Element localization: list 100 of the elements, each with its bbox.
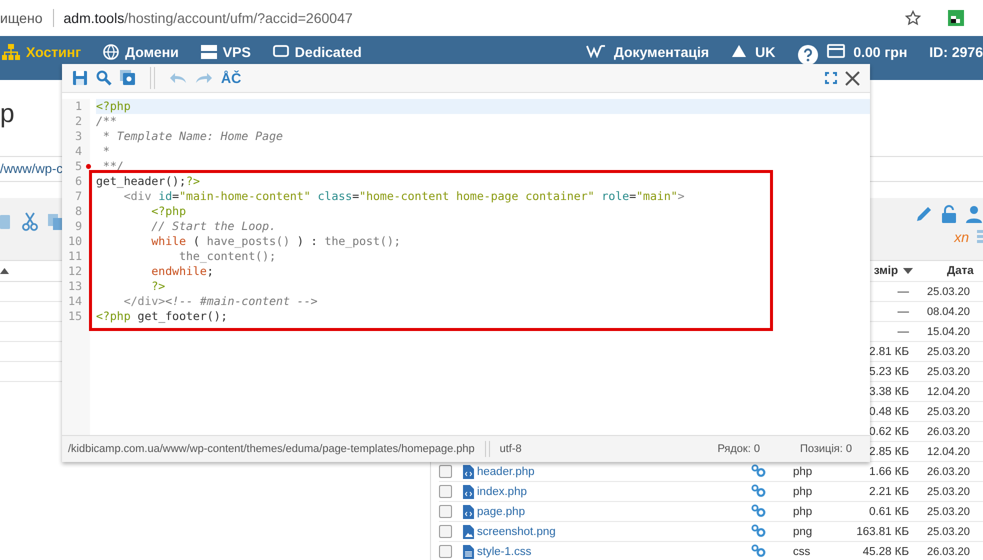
table-cell-text: 26.03.20 (926, 546, 971, 558)
table-cell-text: 26.03.20 (926, 426, 971, 438)
file-name-link[interactable]: page.php (477, 506, 525, 518)
table-cell: — (898, 326, 909, 338)
table-cell: 5.23 КБ (869, 366, 909, 378)
table-cell-text: php (793, 486, 814, 498)
checkbox[interactable] (439, 485, 452, 498)
line-number: 2 (74, 114, 82, 129)
address-bar[interactable]: adm.tools/hosting/account/ufm/?accid=260047 (64, 10, 895, 26)
extension-icon[interactable] (947, 9, 965, 27)
save-icon[interactable] (72, 70, 88, 86)
line-number: 15 (67, 309, 82, 324)
encoding-label: utf-8 (500, 443, 522, 455)
fullscreen-icon[interactable] (825, 72, 837, 84)
scissors-icon[interactable] (22, 212, 38, 232)
code-line: <?php get_footer(); (96, 309, 229, 324)
file-name-link[interactable]: style-1.css (477, 546, 532, 558)
gears-icon[interactable] (751, 464, 766, 476)
column-header[interactable]: змір (874, 265, 898, 277)
checkbox[interactable] (439, 525, 452, 538)
line-number: 3 (74, 129, 82, 144)
file-name-link[interactable]: index.php (477, 486, 527, 498)
table-cell: 163.81 КБ (856, 526, 909, 538)
table-cell: 45.28 КБ (862, 546, 909, 558)
table-cell-text: 12.04.20 (926, 446, 971, 458)
table-cell-text: 15.04.20 (926, 326, 971, 338)
checkbox[interactable] (439, 465, 452, 478)
line-number: 4 (74, 144, 82, 159)
column-header[interactable]: Дата (909, 265, 983, 277)
line-number: 6 (74, 174, 82, 189)
position-label: Позиція: 0 (800, 443, 852, 455)
table-cell-text: png (793, 526, 814, 538)
line-number: 7 (74, 189, 82, 204)
code-line: /** (96, 114, 118, 129)
sitemap-icon (2, 44, 20, 60)
nav-tab[interactable]: VPS (200, 43, 251, 61)
line-number: 14 (67, 294, 82, 309)
monitor-icon (272, 45, 289, 59)
code-line: ?> (150, 279, 166, 294)
wallet-icon (827, 44, 846, 58)
checkbox[interactable] (439, 545, 452, 558)
table-cell: 0.62 КБ (869, 426, 909, 438)
code-file-icon (463, 464, 474, 478)
table-cell-text: 25.03.20 (926, 486, 971, 498)
table-cell: 2.21 КБ (869, 486, 909, 498)
code-line: get_header();?> (96, 174, 201, 189)
search-icon[interactable] (96, 70, 112, 86)
nav-link[interactable]: UK (755, 43, 776, 61)
table-cell-text: 25.03.20 (926, 286, 971, 298)
code-line: </div><!-- #main-content --> (122, 294, 319, 309)
table-cell-text: 25.03.20 (926, 406, 971, 418)
bookmark-star-icon[interactable] (905, 10, 921, 26)
line-number: 1 (74, 99, 82, 114)
pencil-icon[interactable] (915, 205, 933, 223)
file-path: /kidbicamp.com.ua/www/wp-content/themes/eduma/page-templates/homepage.php (68, 443, 475, 455)
marker-dot (86, 164, 91, 169)
wiki-icon (586, 44, 606, 58)
code-line: // Start the Loop. (150, 219, 278, 234)
server-icon (200, 45, 217, 59)
replace-icon[interactable] (120, 70, 136, 86)
copy-icon[interactable] (48, 212, 64, 232)
table-cell: 0.61 КБ (869, 506, 909, 518)
table-cell: 3.38 КБ (869, 386, 909, 398)
nav-tab[interactable]: Dedicated (272, 43, 362, 61)
help-icon[interactable] (797, 44, 820, 66)
page-title: p (0, 98, 14, 128)
close-icon[interactable] (845, 70, 860, 86)
nav-link[interactable]: ID: 2976 (929, 43, 983, 61)
nav-link[interactable]: Документація (614, 43, 710, 61)
table-cell-text: 26.03.20 (926, 466, 971, 478)
nav-tab[interactable]: Хостинг (2, 43, 82, 61)
file-name-link[interactable]: screenshot.png (477, 526, 556, 538)
code-line: while ( have_posts() ) : the_post(); (150, 234, 402, 249)
line-number: 11 (67, 249, 82, 264)
table-cell-text: 25.03.20 (926, 526, 971, 538)
nav-link[interactable]: 0.00 грн (853, 43, 908, 61)
code-file-icon (463, 504, 474, 518)
file-name-link[interactable]: header.php (477, 466, 535, 478)
user-icon[interactable] (965, 205, 983, 223)
table-cell-text: 12.04.20 (926, 386, 971, 398)
sort-icon[interactable] (0, 268, 9, 274)
gears-icon[interactable] (751, 484, 766, 496)
unlock-icon[interactable] (941, 205, 957, 223)
security-label: ищено (0, 9, 54, 27)
sort-icon[interactable] (903, 268, 913, 274)
table-cell-text: php (793, 506, 814, 518)
table-cell: 0.48 КБ (869, 406, 909, 418)
gears-icon[interactable] (751, 524, 766, 536)
spellcheck-button[interactable]: ÅČ (221, 70, 242, 86)
gears-icon[interactable] (751, 544, 766, 556)
gears-icon[interactable] (751, 504, 766, 516)
table-cell-text: 25.03.20 (926, 506, 971, 518)
code-line: endwhile; (150, 264, 215, 279)
nav-tab[interactable]: Домени (103, 43, 179, 61)
checkbox[interactable] (439, 505, 452, 518)
table-cell: 2.85 КБ (869, 446, 909, 458)
table-cell-text: 25.03.20 (926, 366, 971, 378)
line-number: 10 (67, 234, 82, 249)
globe-icon (103, 44, 120, 60)
code-line: * Template Name: Home Page (102, 129, 284, 144)
